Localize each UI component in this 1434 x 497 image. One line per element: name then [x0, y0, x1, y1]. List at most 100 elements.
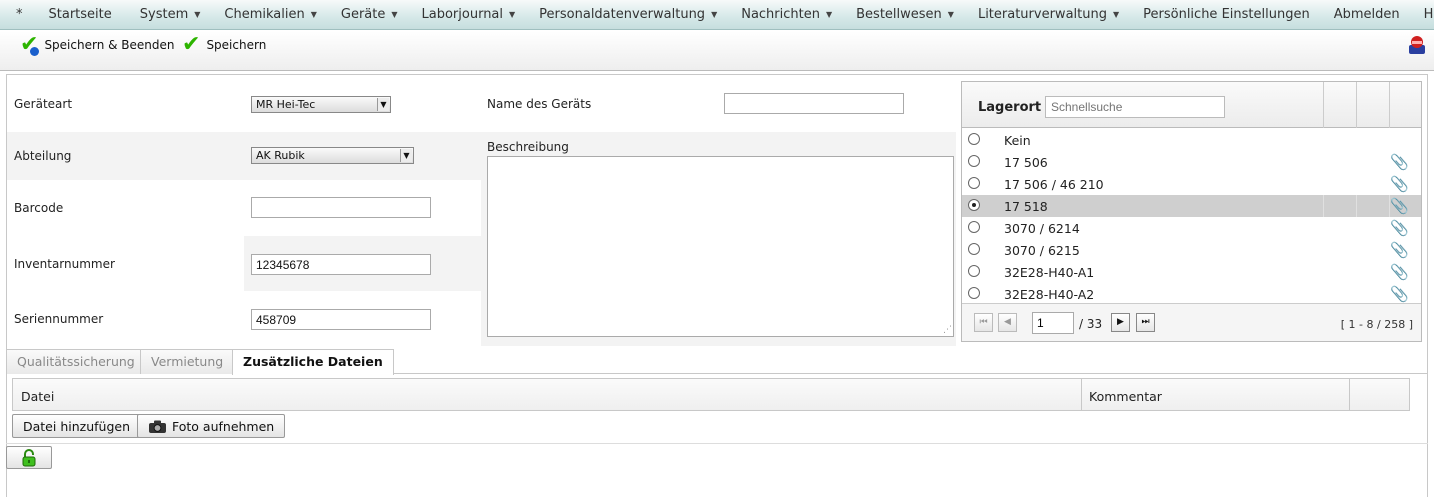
storage-row[interactable]: 32E28-H40-A2 📎: [962, 283, 1421, 305]
menu-item-startseite[interactable]: Startseite: [37, 0, 124, 30]
menu-item-laborjournal[interactable]: Laborjournal ▼: [410, 0, 528, 30]
chevron-down-icon: ▼: [400, 149, 412, 162]
col-divider: [1349, 379, 1350, 410]
menu-item-nachrichten[interactable]: Nachrichten ▼: [729, 0, 844, 30]
description-textarea[interactable]: ⋰: [487, 156, 954, 337]
storage-row-label: 32E28-H40-A1: [1004, 265, 1095, 280]
save-close-check-icon: ✔: [20, 32, 39, 57]
save-and-close-button[interactable]: ✔ Speichern & Beenden: [20, 32, 175, 57]
user-profile-icon[interactable]: [1406, 35, 1428, 55]
menu-item-bestellwesen[interactable]: Bestellwesen ▼: [844, 0, 966, 30]
storage-location-grid: Lagerort Kein17 506📎17 506 / 46 210📎17 5…: [961, 81, 1422, 342]
header-divider: [1323, 82, 1324, 128]
add-file-button[interactable]: Datei hinzufügen: [12, 414, 141, 438]
menu-item-label: Abmelden: [1333, 7, 1400, 22]
storage-row[interactable]: 17 506 / 46 210 📎: [962, 173, 1421, 195]
detail-tabs: Qualitätssicherung Vermietung Zusätzlich…: [6, 348, 1428, 375]
storage-radio[interactable]: [968, 265, 980, 277]
paperclip-icon[interactable]: 📎: [1390, 219, 1409, 237]
chevron-down-icon: ▼: [391, 10, 398, 19]
resize-handle-icon[interactable]: ⋰: [943, 325, 952, 335]
menu-item-label: Persönliche Einstellungen: [1143, 7, 1310, 22]
paperclip-icon[interactable]: 📎: [1390, 153, 1409, 171]
menu-item-chemikalien[interactable]: Chemikalien ▼: [212, 0, 328, 30]
chevron-down-icon: ▼: [194, 10, 201, 19]
chevron-down-icon: ▼: [711, 10, 718, 19]
menu-item-label: Bestellwesen: [856, 7, 942, 22]
storage-row[interactable]: 17 506 📎: [962, 151, 1421, 173]
inventory-input[interactable]: [251, 254, 431, 275]
menu-item-abmelden[interactable]: Abmelden: [1322, 0, 1412, 30]
menu-item-system[interactable]: System ▼: [128, 0, 213, 30]
save-button[interactable]: ✔ Speichern: [182, 34, 266, 56]
chevron-down-icon: ▼: [310, 10, 317, 19]
storage-row[interactable]: 32E28-H40-A1 📎: [962, 261, 1421, 283]
menu-item-literaturverwaltung[interactable]: Literaturverwaltung ▼: [966, 0, 1131, 30]
menu-item-label: Chemikalien: [224, 7, 305, 22]
storage-radio[interactable]: [968, 199, 980, 211]
menu-item-geräte[interactable]: Geräte ▼: [329, 0, 410, 30]
department-select[interactable]: AK Rubik ▼: [251, 147, 414, 164]
storage-row-label: 3070 / 6214: [1004, 221, 1080, 236]
menu-item-label: Literaturverwaltung: [977, 7, 1107, 22]
storage-radio[interactable]: [968, 243, 980, 255]
device-type-label: Geräteart: [14, 97, 73, 111]
storage-row-label: 3070 / 6215: [1004, 243, 1080, 258]
chevron-down-icon: ▼: [509, 10, 516, 19]
storage-radio[interactable]: [968, 155, 980, 167]
paperclip-icon[interactable]: 📎: [1390, 263, 1409, 281]
menu-item-personaldatenverwaltung[interactable]: Personaldatenverwaltung ▼: [527, 0, 729, 30]
take-photo-button[interactable]: Foto aufnehmen: [137, 414, 286, 438]
chevron-down-icon: ▼: [377, 98, 389, 111]
device-name-input[interactable]: [724, 93, 904, 114]
col-divider: [1081, 379, 1082, 410]
menu-item-label: Geräte: [340, 7, 386, 22]
menu-item-star[interactable]: *: [0, 0, 37, 30]
storage-row[interactable]: Kein: [962, 129, 1421, 151]
storage-radio[interactable]: [968, 133, 980, 145]
tab-quality[interactable]: Qualitätssicherung: [6, 349, 146, 374]
menu-item-persönliche-einstellungen[interactable]: Persönliche Einstellungen: [1131, 0, 1322, 30]
storage-radio[interactable]: [968, 177, 980, 189]
prev-page-icon[interactable]: ◀: [998, 313, 1017, 332]
storage-pager: ⏮ ◀ / 33 ▶ ⏭ [ 1 - 8 / 258 ]: [962, 303, 1421, 341]
storage-radio[interactable]: [968, 221, 980, 233]
storage-title: Lagerort: [978, 100, 1042, 115]
storage-search-input[interactable]: [1045, 96, 1225, 118]
paperclip-icon[interactable]: 📎: [1390, 197, 1409, 215]
tab-rental[interactable]: Vermietung: [140, 349, 235, 374]
page-range: [ 1 - 8 / 258 ]: [1340, 318, 1413, 331]
main-menu-bar: * Startseite System ▼ Chemikalien ▼ Geräte ▼ La…: [0, 0, 1434, 30]
files-table-header: Datei Kommentar: [12, 378, 1410, 411]
first-page-icon[interactable]: ⏮: [974, 313, 993, 332]
header-divider: [1356, 82, 1357, 128]
device-type-select[interactable]: MR Hei-Tec ▼: [251, 96, 391, 113]
serial-input[interactable]: [251, 309, 431, 330]
paperclip-icon[interactable]: 📎: [1390, 241, 1409, 259]
device-name-label: Name des Geräts: [487, 97, 592, 111]
tab-additional-files[interactable]: Zusätzliche Dateien: [232, 349, 394, 375]
chevron-down-icon: ▼: [1112, 10, 1120, 19]
storage-row[interactable]: 3070 / 6215 📎: [962, 239, 1421, 261]
storage-row-label: 17 518: [1004, 199, 1048, 214]
next-page-icon[interactable]: ▶: [1111, 313, 1130, 332]
page-number-input[interactable]: [1032, 312, 1074, 334]
storage-row[interactable]: 3070 / 6214 📎: [962, 217, 1421, 239]
paperclip-icon[interactable]: 📎: [1390, 285, 1409, 303]
storage-radio[interactable]: [968, 287, 980, 299]
header-divider: [1389, 82, 1390, 128]
action-toolbar: ✔ Speichern & Beenden ✔ Speichern: [0, 31, 1434, 71]
unlock-button[interactable]: [6, 446, 52, 469]
last-page-icon[interactable]: ⏭: [1136, 313, 1155, 332]
storage-grid-header: Lagerort: [962, 82, 1421, 128]
add-file-label: Datei hinzufügen: [23, 418, 130, 434]
camera-icon: [149, 420, 166, 433]
department-label: Abteilung: [14, 149, 72, 163]
paperclip-icon[interactable]: 📎: [1390, 175, 1409, 193]
barcode-input[interactable]: [251, 197, 431, 218]
menu-item-hilfe[interactable]: Hilfe: [1412, 0, 1434, 30]
storage-row-label: 17 506: [1004, 155, 1048, 170]
storage-row[interactable]: 17 518 📎: [962, 195, 1421, 217]
menu-item-label: Startseite: [48, 7, 112, 22]
row-divider: [1356, 195, 1357, 217]
